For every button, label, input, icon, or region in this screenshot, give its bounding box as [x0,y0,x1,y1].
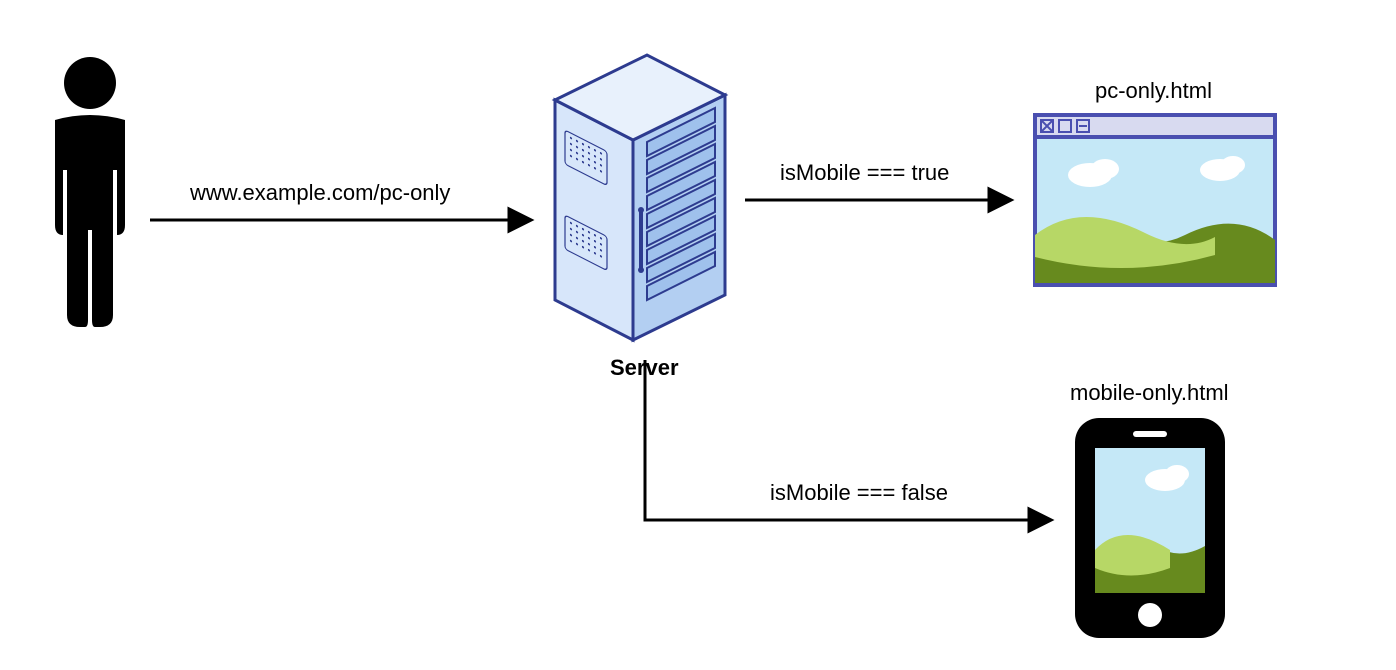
server-label: Server [610,355,679,381]
edge-label-mobile: isMobile === false [770,480,948,506]
edge-label-request: www.example.com/pc-only [190,180,450,206]
edge-label-pc: isMobile === true [780,160,949,186]
diagram-canvas: www.example.com/pc-only isMobile === tru… [0,0,1396,670]
mobile-label: mobile-only.html [1070,380,1229,406]
pc-label: pc-only.html [1095,78,1212,104]
